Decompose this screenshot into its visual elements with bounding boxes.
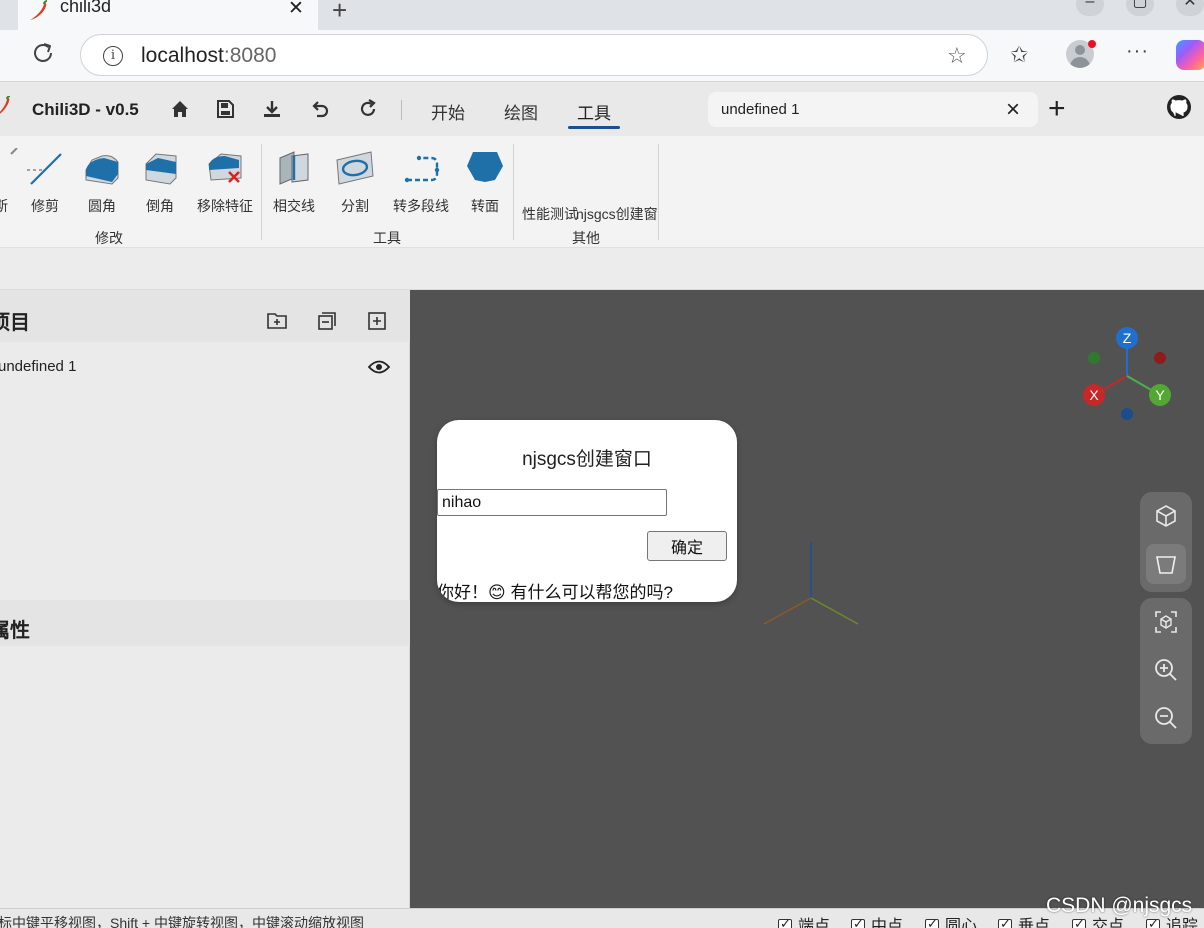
app-title: Chili3D - v0.5	[32, 100, 139, 119]
axis-y-label: Y	[1155, 387, 1165, 403]
snap-perpendicular-checkbox[interactable]: 垂点	[998, 912, 1050, 928]
collapse-all-icon[interactable]	[316, 310, 338, 332]
copilot-icon[interactable]	[1176, 40, 1204, 70]
maximize-button[interactable]: ▢	[1126, 0, 1154, 16]
project-panel-header: 项目	[0, 290, 410, 342]
dialog-reply-text: 你好！😊 有什么可以帮您的吗?	[437, 583, 673, 602]
add-item-icon[interactable]	[366, 310, 388, 332]
view-solid-button[interactable]	[1146, 496, 1186, 536]
download-icon[interactable]	[261, 98, 283, 120]
snap-center-checkbox[interactable]: 圆心	[925, 912, 977, 928]
document-tab-title: undefined 1	[721, 101, 800, 118]
dialog-title: njsgcs创建窗口	[522, 449, 652, 470]
new-folder-icon[interactable]	[266, 310, 288, 332]
undo-icon[interactable]	[309, 98, 331, 120]
address-bar-row: i localhost:8080 ☆ ✩ ···	[0, 30, 1204, 82]
redo-icon[interactable]	[357, 98, 379, 120]
dialog-text-input[interactable]	[437, 489, 667, 516]
site-info-icon[interactable]: i	[103, 46, 123, 66]
profile-notification-dot	[1088, 40, 1096, 48]
ribbon: 斯 修剪 圆角 倒角 移除特征 修改 相交线 分割 转多段线 转面 工具 性能测…	[0, 136, 1204, 248]
tree-item[interactable]: undefined 1	[0, 352, 410, 378]
intersection-icon	[279, 151, 309, 185]
trim-icon	[27, 153, 62, 185]
address-input[interactable]: i localhost:8080 ☆	[80, 34, 988, 76]
split-button[interactable]: 分割	[320, 148, 390, 216]
njsgcs-dialog: njsgcs创建窗口 确定 你好！😊 有什么可以帮您的吗?	[437, 420, 737, 602]
visibility-eye-icon[interactable]	[368, 360, 390, 374]
world-axes	[763, 542, 859, 625]
browser-tabstrip: chili3d ✕ + – ▢ ✕	[0, 0, 1204, 30]
favorites-icon[interactable]: ✩	[1010, 42, 1028, 68]
tab-close-icon[interactable]: ✕	[288, 0, 304, 20]
fit-view-icon	[1155, 611, 1177, 633]
secondary-toolbar	[0, 248, 1204, 290]
save-icon[interactable]	[214, 98, 236, 120]
minimize-button[interactable]: –	[1076, 0, 1104, 16]
axis-x-label: X	[1089, 387, 1099, 403]
chamfer-button[interactable]: 倒角	[125, 148, 195, 216]
ribbon-divider	[658, 144, 659, 240]
view-wireframe-button[interactable]	[1146, 544, 1186, 584]
fit-view-button[interactable]	[1146, 602, 1186, 642]
remove-feature-button[interactable]: 移除特征	[190, 148, 260, 216]
properties-panel-title: 属性	[0, 620, 30, 642]
snap-endpoint-checkbox[interactable]: 端点	[778, 912, 830, 928]
app-logo-icon	[0, 96, 10, 114]
group-tools-label: 工具	[373, 230, 401, 246]
home-icon[interactable]	[169, 98, 191, 120]
confirm-button[interactable]: 确定	[647, 531, 727, 561]
performance-test-button[interactable]: 性能测试	[515, 196, 585, 224]
njsgcs-create-window-button[interactable]: njsgcs创建窗	[576, 196, 658, 224]
zoom-in-icon	[1155, 659, 1177, 681]
wireframe-cube-icon	[1156, 556, 1176, 574]
ribbon-divider	[513, 144, 514, 240]
url-text: localhost:8080	[141, 44, 277, 67]
remove-feature-icon	[208, 153, 242, 183]
tab-tools[interactable]: 工具	[577, 99, 611, 124]
view-orientation-gizmo[interactable]: Z X Y	[1082, 326, 1172, 420]
fillet-icon	[85, 155, 119, 185]
face-icon	[467, 152, 503, 182]
zoom-out-icon	[1155, 707, 1177, 729]
new-tab-icon[interactable]: +	[332, 0, 347, 26]
zoom-out-button[interactable]	[1146, 698, 1186, 738]
zoom-in-button[interactable]	[1146, 650, 1186, 690]
toolbar-divider	[401, 100, 402, 120]
browser-tab[interactable]: chili3d ✕	[18, 0, 318, 30]
app-titlebar: Chili3D - v0.5 开始 绘图 工具 undefined 1 × +	[0, 82, 1204, 136]
chamfer-icon	[145, 153, 177, 185]
document-close-icon[interactable]: ×	[1006, 96, 1020, 124]
more-options-icon[interactable]: ···	[1126, 40, 1149, 63]
active-tab-indicator	[568, 126, 620, 129]
to-face-button[interactable]: 转面	[450, 148, 520, 216]
group-other-label: 其他	[572, 230, 600, 246]
watermark: CSDN @njsgcs	[1046, 894, 1193, 917]
reload-icon[interactable]	[30, 40, 56, 66]
status-hint: 标中键平移视图，Shift + 中键旋转视图，中键滚动缩放视图	[0, 915, 364, 928]
properties-panel-header: 属性	[0, 600, 410, 646]
sidebar: 项目 undefined 1 属性	[0, 290, 410, 908]
document-tab[interactable]: undefined 1 ×	[708, 92, 1038, 127]
split-icon	[336, 151, 374, 185]
close-window-button[interactable]: ✕	[1176, 0, 1204, 16]
github-icon[interactable]	[1166, 94, 1192, 120]
bookmark-star-icon[interactable]: ☆	[947, 43, 967, 69]
to-polyline-button[interactable]: 转多段线	[386, 148, 456, 216]
new-document-icon[interactable]: +	[1048, 92, 1066, 126]
intersection-button[interactable]: 相交线	[259, 148, 329, 216]
view-mode-toolbar	[1140, 492, 1192, 592]
cube-icon	[1156, 505, 1176, 527]
project-panel-title: 项目	[0, 312, 30, 334]
status-bar: 标中键平移视图，Shift + 中键旋转视图，中键滚动缩放视图 端点 中点 圆心…	[0, 908, 1204, 928]
group-modify-label: 修改	[95, 230, 123, 246]
snap-midpoint-checkbox[interactable]: 中点	[851, 912, 903, 928]
tab-start[interactable]: 开始	[431, 99, 465, 124]
polyline-icon	[404, 155, 440, 183]
chili-pepper-icon	[30, 0, 48, 20]
tab-title: chili3d	[60, 0, 112, 16]
axis-z-label: Z	[1123, 330, 1132, 346]
tab-draw[interactable]: 绘图	[504, 99, 538, 124]
camera-toolbar	[1140, 598, 1192, 744]
